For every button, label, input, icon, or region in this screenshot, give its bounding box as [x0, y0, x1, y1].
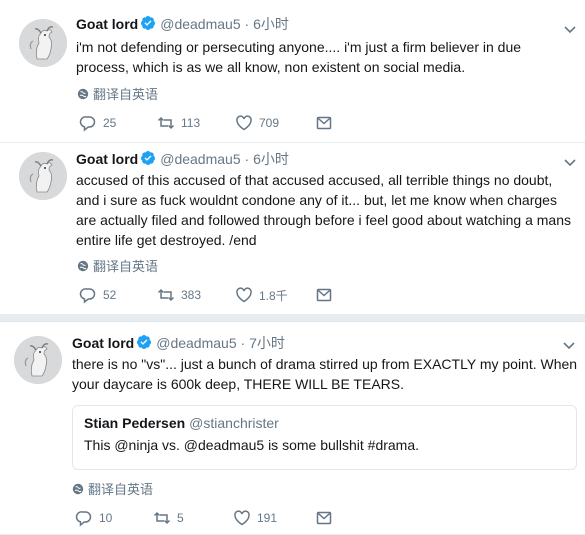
retweet-count: 113 — [181, 116, 201, 130]
tweet-header: Goat lord @deadmau5 · 6小时 — [76, 150, 289, 170]
avatar[interactable] — [19, 152, 67, 200]
reply-count: 10 — [99, 511, 113, 525]
tweet-text: i'm not defending or persecuting anyone.… — [76, 39, 522, 75]
verified-badge-icon — [136, 334, 152, 354]
separator-dot: · — [244, 151, 250, 167]
chevron-down-icon[interactable] — [563, 155, 577, 169]
retweet-button[interactable]: 383 — [157, 286, 235, 304]
globe-icon — [77, 260, 89, 272]
separator-dot: · — [240, 335, 246, 351]
like-icon — [235, 114, 253, 132]
translate-label: 翻译自英语 — [93, 259, 159, 274]
reply-icon — [79, 114, 97, 132]
translate-link[interactable]: 翻译自英语 — [77, 256, 158, 275]
tweet-header: Goat lord @deadmau5 · 7小时 — [72, 334, 285, 354]
retweet-button[interactable]: 113 — [157, 114, 235, 132]
tweet-2[interactable]: Goat lord @deadmau5 · 6小时 accused of this… — [0, 143, 585, 315]
user-handle[interactable]: @deadmau5 — [160, 16, 240, 32]
retweet-count: 5 — [177, 511, 184, 525]
message-icon — [315, 509, 333, 527]
avatar[interactable] — [19, 19, 67, 67]
retweet-button[interactable]: 5 — [153, 509, 233, 527]
goat-avatar-icon — [19, 19, 67, 67]
quoted-tweet-text: This @ninja vs. @deadmau5 is some bullsh… — [84, 437, 420, 453]
quoted-tweet[interactable]: Stian Pedersen @stianchrister This @ninja… — [72, 405, 577, 470]
display-name[interactable]: Goat lord — [76, 151, 138, 167]
tweet-actions: 10 5 191 — [75, 509, 333, 527]
verified-badge-icon — [140, 15, 156, 35]
direct-message-button[interactable] — [315, 509, 333, 527]
reply-button[interactable]: 10 — [75, 509, 153, 527]
quoted-user-handle: @stianchrister — [189, 415, 279, 431]
tweet-timestamp[interactable]: 6小时 — [253, 16, 289, 32]
like-button[interactable]: 709 — [235, 114, 315, 132]
quoted-display-name: Stian Pedersen — [84, 415, 186, 431]
like-button[interactable]: 1.8千 — [235, 286, 315, 304]
direct-message-button[interactable] — [315, 286, 333, 304]
retweet-icon — [157, 114, 175, 132]
like-count: 709 — [259, 116, 280, 130]
like-icon — [235, 286, 253, 304]
reply-count: 25 — [103, 116, 117, 130]
tweet-actions: 25 113 709 — [79, 114, 333, 132]
retweet-count: 383 — [181, 288, 202, 302]
user-handle[interactable]: @deadmau5 — [160, 151, 240, 167]
retweet-icon — [153, 509, 171, 527]
chevron-down-icon[interactable] — [562, 338, 576, 352]
like-count: 1.8千 — [259, 288, 288, 303]
tweet-text: there is no "vs"... just a bunch of dram… — [72, 356, 578, 392]
message-icon — [315, 286, 333, 304]
like-count: 191 — [257, 511, 278, 525]
translate-link[interactable]: 翻译自英语 — [72, 479, 153, 498]
tweet-header: Goat lord @deadmau5 · 6小时 — [76, 15, 289, 35]
reply-icon — [75, 509, 93, 527]
globe-icon — [72, 483, 84, 495]
reply-button[interactable]: 52 — [79, 286, 157, 304]
translate-label: 翻译自英语 — [93, 87, 159, 102]
retweet-icon — [157, 286, 175, 304]
verified-badge-icon — [140, 150, 156, 170]
reply-icon — [79, 286, 97, 304]
globe-icon — [77, 88, 89, 100]
tweet-actions: 52 383 1.8千 — [79, 286, 333, 304]
message-icon — [315, 114, 333, 132]
avatar[interactable] — [14, 336, 62, 384]
tweet-timestamp[interactable]: 7小时 — [249, 335, 285, 351]
tweet-text: accused of this accused of that accused … — [76, 172, 571, 248]
tweet-1[interactable]: Goat lord @deadmau5 · 6小时 i'm not defendi… — [0, 0, 585, 143]
tweet-3[interactable]: Goat lord @deadmau5 · 7小时 there is no "vs… — [0, 321, 585, 535]
reply-button[interactable]: 25 — [79, 114, 157, 132]
goat-avatar-icon — [14, 336, 62, 384]
display-name[interactable]: Goat lord — [72, 335, 134, 351]
user-handle[interactable]: @deadmau5 — [156, 335, 236, 351]
display-name[interactable]: Goat lord — [76, 16, 138, 32]
separator-dot: · — [244, 16, 250, 32]
chevron-down-icon[interactable] — [563, 22, 577, 36]
translate-link[interactable]: 翻译自英语 — [77, 84, 158, 103]
like-button[interactable]: 191 — [233, 509, 315, 527]
reply-count: 52 — [103, 288, 117, 302]
tweet-timestamp[interactable]: 6小时 — [253, 151, 289, 167]
like-icon — [233, 509, 251, 527]
goat-avatar-icon — [19, 152, 67, 200]
translate-label: 翻译自英语 — [88, 482, 154, 497]
direct-message-button[interactable] — [315, 114, 333, 132]
